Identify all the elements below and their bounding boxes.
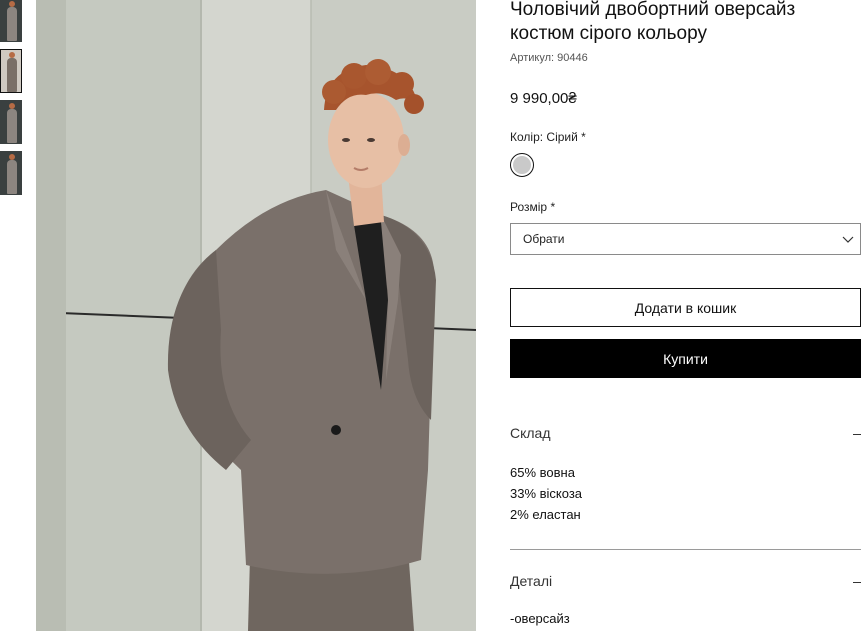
details-accordion-header[interactable]: Деталі (510, 573, 861, 593)
size-select[interactable]: Обрати (510, 223, 861, 255)
color-label: Колір: Сірий * (510, 130, 586, 144)
chevron-down-icon (842, 236, 854, 243)
size-select-value: Обрати (523, 232, 565, 246)
composition-item: 33% віскоза (510, 486, 583, 501)
collapse-minus-icon[interactable] (853, 434, 861, 435)
product-photo-illustration (36, 0, 476, 631)
product-price: 9 990,00₴ (510, 90, 577, 107)
thumbnail-4[interactable] (0, 151, 22, 195)
details-text: -оверсайз (510, 611, 570, 626)
thumbnail-2[interactable] (0, 49, 22, 93)
details-heading: Деталі (510, 573, 553, 589)
collapse-minus-icon[interactable] (853, 582, 861, 583)
composition-list: 65% вовна 33% віскоза 2% еластан (510, 462, 582, 525)
thumbnail-3[interactable] (0, 100, 22, 144)
section-divider (510, 549, 861, 550)
color-swatch-grey[interactable] (510, 153, 534, 177)
swatch-fill (513, 156, 531, 174)
composition-accordion-header[interactable]: Склад (510, 425, 861, 445)
thumbnail-1[interactable] (0, 0, 22, 42)
add-to-cart-button[interactable]: Додати в кошик (510, 288, 861, 327)
product-title: Чоловічий двобортний оверсайз костюм сір… (510, 0, 796, 44)
product-main-photo[interactable] (36, 0, 476, 631)
buy-button[interactable]: Купити (510, 339, 861, 378)
composition-item: 2% еластан (510, 507, 581, 522)
product-sku: Артикул: 90446 (510, 52, 588, 64)
composition-item: 65% вовна (510, 465, 575, 480)
composition-heading: Склад (510, 425, 551, 441)
size-label: Розмір * (510, 200, 556, 214)
